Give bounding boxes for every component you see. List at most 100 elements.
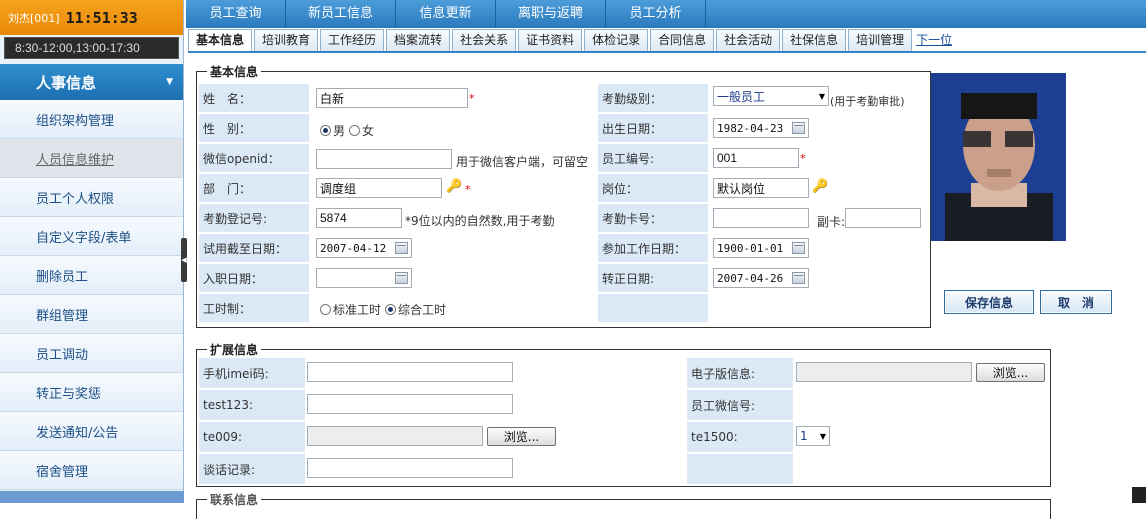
next-person-link[interactable]: 下一位 [914,30,952,51]
employee-no-input[interactable] [713,148,799,168]
tab-social-insurance[interactable]: 社保信息 [782,29,847,51]
clock: 11:51:33 [65,8,138,27]
save-button[interactable]: 保存信息 [944,290,1034,314]
work-hours-label: 工时制： [199,294,309,322]
extended-info-legend: 扩展信息 [207,341,262,358]
wechat-openid-input[interactable] [316,149,452,169]
e-doc-label: 电子版信息: [687,358,793,388]
tab-work-history[interactable]: 工作经历 [320,29,385,51]
standard-hours-label: 标准工时 [333,303,382,317]
wechat-id-label: 员工微信号: [687,390,793,420]
calendar-icon[interactable] [395,242,408,254]
calendar-icon[interactable] [792,242,805,254]
chevron-down-icon: ▼ [819,431,826,441]
topnav-resign-rehire[interactable]: 离职与返聘 [496,0,606,28]
tab-training[interactable]: 培训教育 [254,29,319,51]
chevron-down-icon: ▼ [818,91,825,101]
attendance-level-label: 考勤级别： [598,84,708,112]
gender-label: 性 别： [199,114,309,142]
tab-basic-info[interactable]: 基本信息 [188,29,253,51]
talk-record-input[interactable] [307,458,513,478]
e-doc-file-input[interactable] [796,362,972,382]
name-input[interactable] [316,88,468,108]
position-label: 岗位： [598,174,708,202]
wechat-openid-label: 微信openid： [199,144,309,172]
tab-contract[interactable]: 合同信息 [650,29,715,51]
work-hours-radio-group: 标准工时 综合工时 [320,301,446,318]
sub-card-label: 副卡: [817,215,846,229]
tab-archive[interactable]: 档案流转 [386,29,451,51]
wechat-openid-note: 用于微信客户端，可留空 [456,155,589,169]
birth-date-label: 出生日期： [598,114,708,142]
test123-input[interactable] [307,394,513,414]
position-input[interactable] [713,178,809,198]
test123-label: test123: [199,390,305,420]
empty-label-cell [598,294,708,322]
gender-male-label: 男 [333,124,346,138]
department-input[interactable] [316,178,442,198]
sidebar-item-org-structure[interactable]: 组织架构管理 [0,100,183,139]
contact-info-legend: 联系信息 [207,491,262,508]
attendance-level-select[interactable]: 一般员工 ▼ [713,86,829,106]
sidebar-footer [0,491,184,503]
contact-info-section: 联系信息 [196,491,1051,519]
basic-info-section: 基本信息 姓 名： 性 别： 微信openid： 部 门： 考勤登记号: 试用截… [196,63,931,328]
sub-card-input[interactable] [845,208,921,228]
e-doc-browse-button[interactable]: 浏览... [976,363,1045,382]
sidebar-item-groups[interactable]: 群组管理 [0,295,183,334]
extended-info-section: 扩展信息 手机imei码: test123: te009: 谈话记录: 浏览..… [196,341,1051,487]
te009-browse-button[interactable]: 浏览... [487,427,556,446]
employee-photo[interactable] [931,73,1066,241]
sidebar-section-title: 人事信息 [36,73,97,92]
name-label: 姓 名： [199,84,309,112]
card-no-input[interactable] [713,208,809,228]
calendar-icon[interactable] [792,122,805,134]
te009-label: te009: [199,422,305,452]
probation-end-label: 试用截至日期： [199,234,309,262]
imei-label: 手机imei码: [199,358,305,388]
tab-social-activity[interactable]: 社会活动 [716,29,781,51]
sidebar-item-regularization[interactable]: 转正与奖惩 [0,373,183,412]
standard-hours-radio[interactable] [320,304,331,315]
sidebar-collapse-handle[interactable]: ◀ [181,238,187,282]
sidebar-item-delete-staff[interactable]: 删除员工 [0,256,183,295]
topnav-staff-analysis[interactable]: 员工分析 [606,0,706,28]
topnav-staff-query[interactable]: 员工查询 [186,0,286,28]
sidebar-item-notice[interactable]: 发送通知/公告 [0,412,183,451]
calendar-icon[interactable] [395,272,408,284]
sidebar-section-header[interactable]: 人事信息 ▼ [0,64,183,100]
sidebar-item-transfer[interactable]: 员工调动 [0,334,183,373]
user-name: 刘杰[001] [8,11,60,25]
combined-hours-radio[interactable] [385,304,397,315]
topnav-info-update[interactable]: 信息更新 [396,0,496,28]
tab-certificates[interactable]: 证书资料 [518,29,583,51]
attendance-level-value: 一般员工 [717,89,766,104]
calendar-icon[interactable] [792,272,805,284]
gender-male-radio[interactable] [320,125,331,136]
entry-date-label: 入职日期： [199,264,309,292]
te009-file-input[interactable] [307,426,483,446]
sidebar-item-staff-info[interactable]: 人员信息维护 [0,139,183,178]
te1500-select[interactable]: 1 ▼ [796,426,830,446]
triangle-left-icon: ◀ [181,256,187,264]
tab-social-relations[interactable]: 社会关系 [452,29,517,51]
attendance-no-note: *9位以内的自然数,用于考勤 [405,214,555,228]
department-picker-icon[interactable]: 🔑 [446,179,462,194]
tab-medical[interactable]: 体检记录 [584,29,649,51]
position-picker-icon[interactable]: 🔑 [812,179,828,194]
work-hours-display: 8:30-12:00,13:00-17:30 [4,37,179,59]
sidebar-item-permissions[interactable]: 员工个人权限 [0,178,183,217]
combined-hours-label: 综合工时 [398,303,447,317]
sidebar-item-custom-fields[interactable]: 自定义字段/表单 [0,217,183,256]
tab-training-mgmt[interactable]: 培训管理 [848,29,913,51]
topnav-new-staff[interactable]: 新员工信息 [286,0,396,28]
top-nav: 员工查询 新员工信息 信息更新 离职与返聘 员工分析 [186,0,1146,28]
gender-female-radio[interactable] [349,125,361,136]
required-asterisk: * [469,92,475,105]
imei-input[interactable] [307,362,513,382]
empty-label-cell [687,454,793,484]
triangle-down-icon: ▼ [166,77,173,87]
sidebar-item-dormitory[interactable]: 宿舍管理 [0,451,183,490]
attendance-no-input[interactable] [316,208,402,228]
cancel-button[interactable]: 取 消 [1040,290,1112,314]
